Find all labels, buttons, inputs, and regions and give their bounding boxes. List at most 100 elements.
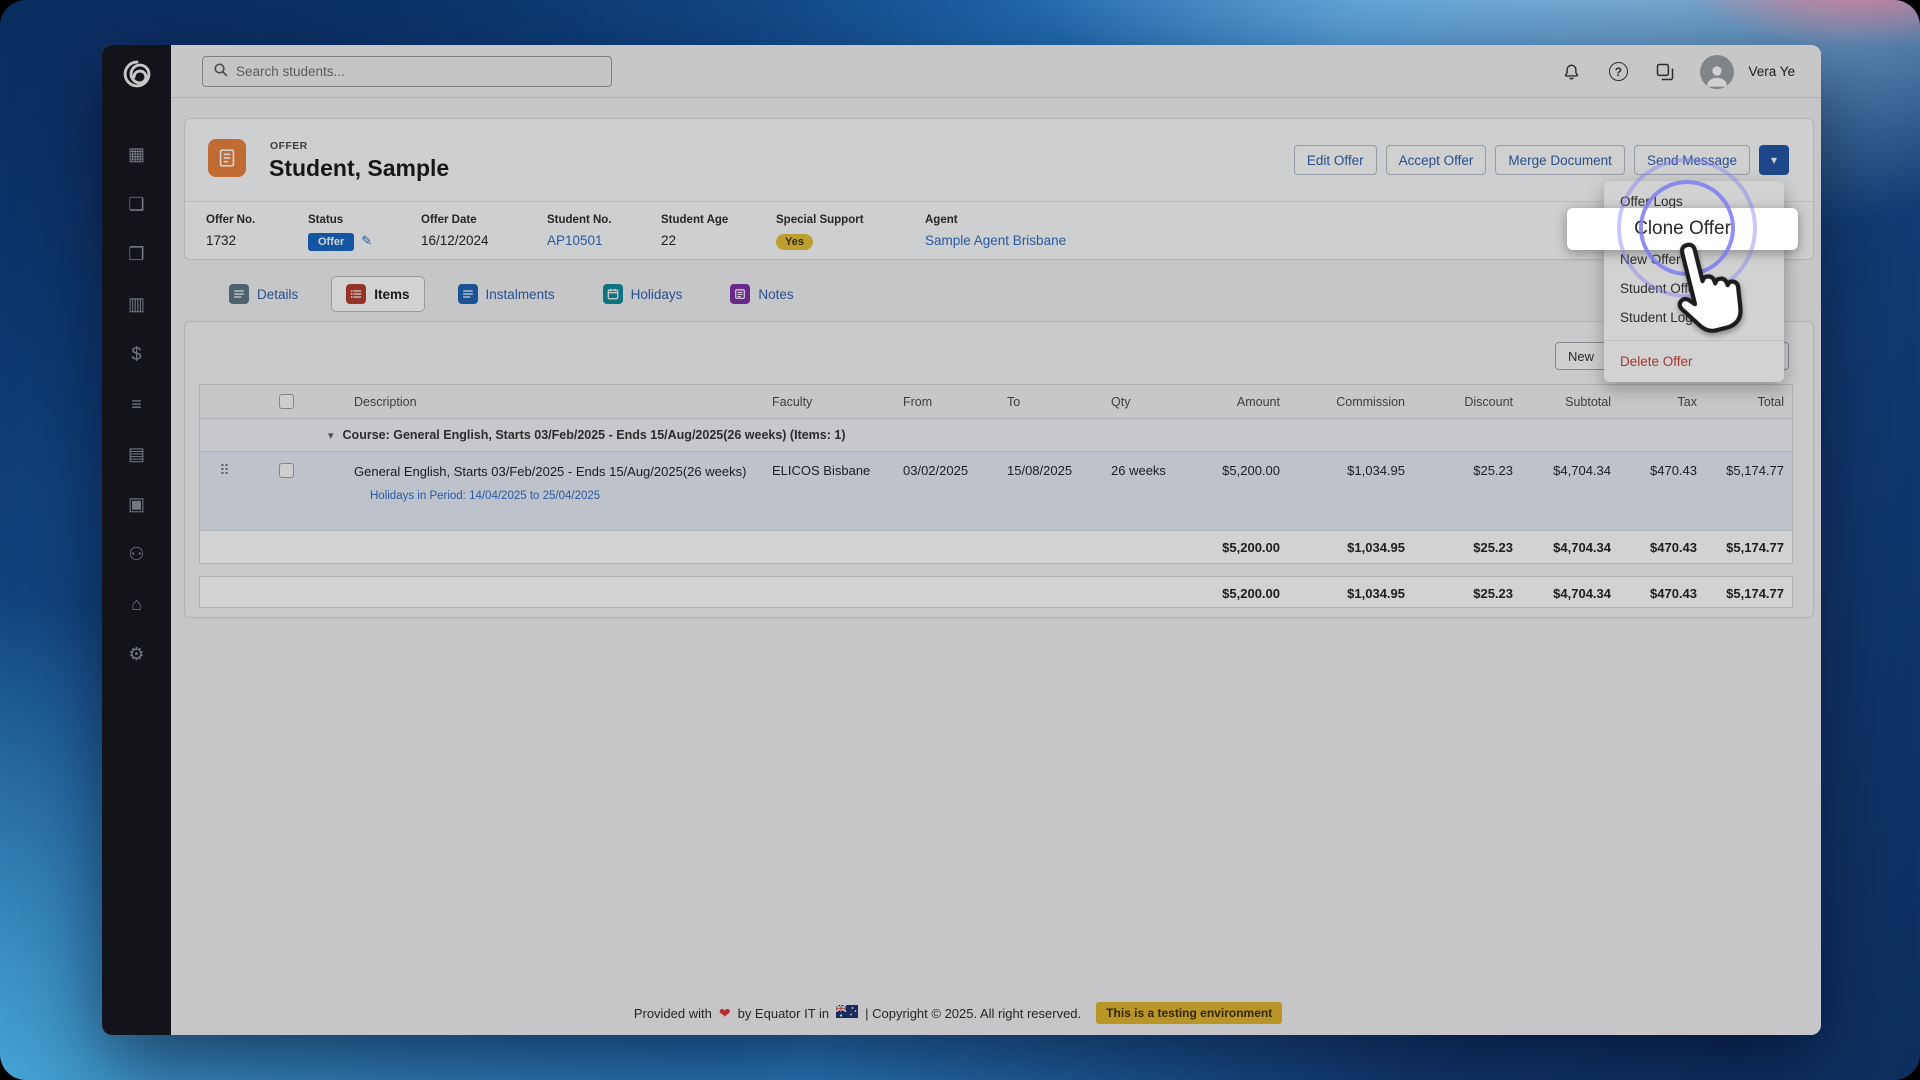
heart-icon: ❤ [719, 1005, 731, 1022]
item-tax: $470.43 [1621, 452, 1707, 530]
footer-provided-suffix: by Equator IT in [738, 1006, 830, 1021]
send-message-button[interactable]: Send Message [1634, 145, 1750, 175]
offer-tabs: Details Items Instalments Holidays [214, 276, 809, 312]
column-header-subtotal: Subtotal [1523, 385, 1621, 418]
student-no-link[interactable]: AP10501 [547, 233, 661, 248]
edit-status-icon[interactable]: ✎ [361, 233, 372, 248]
item-amount: $5,200.00 [1185, 452, 1290, 530]
clone-offer-highlight[interactable]: Clone Offer [1567, 208, 1798, 250]
grand-total-commission: $1,034.95 [1290, 577, 1415, 607]
merge-document-button[interactable]: Merge Document [1495, 145, 1625, 175]
sidebar-item-campus[interactable]: ⌂ [102, 579, 171, 629]
edit-offer-button[interactable]: Edit Offer [1294, 145, 1377, 175]
sidebar-item-offers[interactable]: ❐ [102, 229, 171, 279]
more-actions-dropdown-button[interactable]: ▾ [1759, 145, 1789, 175]
help-icon[interactable]: ? [1606, 60, 1630, 84]
tab-instalments[interactable]: Instalments [443, 276, 570, 312]
student-age-field: Student Age 22 [661, 214, 776, 259]
student-age-value: 22 [661, 233, 776, 248]
grand-total-tax: $470.43 [1621, 577, 1707, 607]
details-tab-icon [229, 284, 249, 304]
status-badge: Offer [308, 233, 354, 251]
column-header-total: Total [1707, 385, 1794, 418]
australia-flag-icon [836, 1005, 858, 1021]
special-support-badge: Yes [776, 234, 813, 250]
student-no-label: Student No. [547, 214, 661, 226]
tab-holidays[interactable]: Holidays [588, 276, 698, 312]
settings-icon: ⚙ [128, 645, 144, 663]
services-icon: ▣ [128, 495, 145, 513]
grand-total-discount: $25.23 [1415, 577, 1523, 607]
sidebar-item-courses[interactable]: ≡ [102, 379, 171, 429]
reports-icon: ▥ [128, 295, 145, 313]
course-group-title: Course: General English, Starts 03/Feb/2… [343, 428, 846, 442]
menu-item-student-logs[interactable]: Student Logs [1604, 303, 1784, 332]
offer-no-label: Offer No. [206, 214, 308, 226]
testing-environment-badge: This is a testing environment [1096, 1002, 1282, 1024]
item-row[interactable]: ⠿ General English, Starts 03/Feb/2025 - … [200, 452, 1792, 531]
search-input[interactable] [236, 64, 601, 79]
group-totals-row: $5,200.00 $1,034.95 $25.23 $4,704.34 $47… [200, 531, 1792, 563]
status-label: Status [308, 214, 421, 226]
grand-total-amount: $5,200.00 [1185, 577, 1290, 607]
sidebar-item-invoices[interactable]: $ [102, 329, 171, 379]
column-header-commission: Commission [1290, 385, 1415, 418]
desktop-background: ▦ ❏ ❐ ▥ $ ≡ ▤ ▣ ⚇ ⌂ ⚙ [0, 0, 1920, 1080]
column-header-to: To [997, 385, 1101, 418]
sidebar-item-students[interactable]: ❏ [102, 179, 171, 229]
sidebar-item-services[interactable]: ▣ [102, 479, 171, 529]
group-total-amount: $5,200.00 [1185, 531, 1290, 563]
column-header-from: From [893, 385, 997, 418]
agent-link[interactable]: Sample Agent Brisbane [925, 233, 1066, 248]
library-icon: ▤ [128, 445, 145, 463]
footer-copyright-text: | Copyright © 2025. All right reserved. [865, 1006, 1081, 1021]
page-title: Student, Sample [269, 155, 449, 182]
tab-items[interactable]: Items [331, 276, 424, 312]
item-qty: 26 weeks [1101, 452, 1185, 530]
dashboard-icon: ▦ [128, 145, 145, 163]
app-area: ? Vera Ye OFFE [171, 45, 1821, 1035]
accept-offer-button[interactable]: Accept Offer [1386, 145, 1487, 175]
menu-item-delete-offer[interactable]: Delete Offer [1604, 347, 1784, 376]
campus-icon: ⌂ [131, 595, 142, 613]
notifications-bell-icon[interactable] [1559, 60, 1583, 84]
user-avatar[interactable] [1700, 55, 1734, 89]
sidebar-item-reports[interactable]: ▥ [102, 279, 171, 329]
group-collapse-icon[interactable]: ▾ [328, 429, 334, 442]
search-box [202, 56, 612, 87]
sidebar-item-agents[interactable]: ⚇ [102, 529, 171, 579]
row-checkbox[interactable] [279, 463, 294, 478]
group-total-total: $5,174.77 [1707, 531, 1794, 563]
special-support-label: Special Support [776, 214, 925, 226]
special-support-field: Special Support Yes [776, 214, 925, 259]
items-table: Description Faculty From To Qty Amount C… [199, 384, 1793, 564]
sidebar-item-library[interactable]: ▤ [102, 429, 171, 479]
tab-notes[interactable]: Notes [715, 276, 808, 312]
item-discount: $25.23 [1415, 452, 1523, 530]
invoices-icon: $ [131, 345, 141, 363]
header-actions: Edit Offer Accept Offer Merge Document S… [1294, 145, 1789, 175]
items-panel: New Description Faculty From To Qty Amou… [184, 321, 1814, 618]
app-footer: Provided with ❤ by Equator IT in | Copyr… [171, 991, 1821, 1035]
multi-window-icon[interactable] [1653, 60, 1677, 84]
drag-handle-icon[interactable]: ⠿ [219, 463, 229, 477]
sidebar-item-dashboard[interactable]: ▦ [102, 129, 171, 179]
agents-icon: ⚇ [128, 545, 144, 563]
menu-item-student-offers[interactable]: Student Offers [1604, 274, 1784, 303]
column-header-discount: Discount [1415, 385, 1523, 418]
sidebar-item-settings[interactable]: ⚙ [102, 629, 171, 679]
course-group-row: ▾ Course: General English, Starts 03/Feb… [200, 419, 1792, 452]
table-header-row: Description Faculty From To Qty Amount C… [200, 385, 1792, 419]
user-name: Vera Ye [1748, 64, 1795, 79]
tab-details[interactable]: Details [214, 276, 313, 312]
item-total: $5,174.77 [1707, 452, 1794, 530]
group-total-commission: $1,034.95 [1290, 531, 1415, 563]
footer-provided-text: Provided with [634, 1006, 712, 1021]
sidebar: ▦ ❏ ❐ ▥ $ ≡ ▤ ▣ ⚇ ⌂ ⚙ [102, 45, 171, 1035]
select-all-checkbox[interactable] [279, 394, 294, 409]
group-total-discount: $25.23 [1415, 531, 1523, 563]
student-no-field: Student No. AP10501 [547, 214, 661, 259]
item-holidays-note: Holidays in Period: 14/04/2025 to 25/04/… [370, 489, 752, 505]
grand-total-subtotal: $4,704.34 [1523, 577, 1621, 607]
courses-icon: ≡ [131, 395, 142, 413]
